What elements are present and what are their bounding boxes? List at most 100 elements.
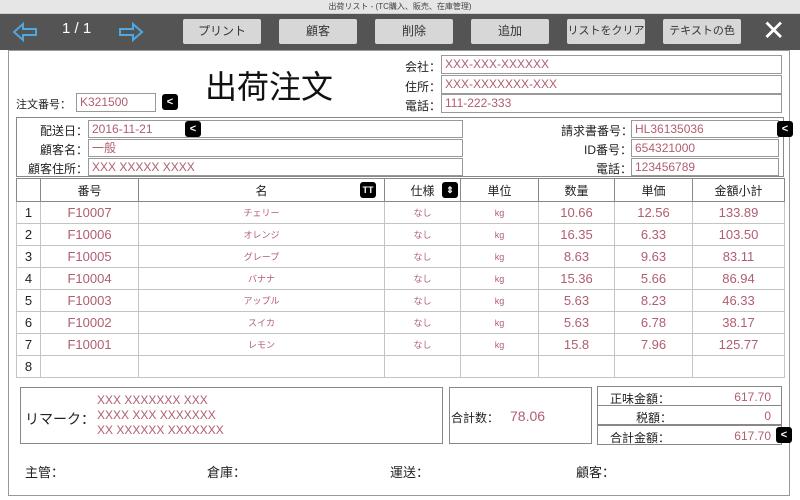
window-titlebar: 出荷リスト - (TC購入、販売、在庫管理) — [0, 0, 800, 14]
item-unit[interactable]: kg — [460, 333, 539, 356]
ship-date-field[interactable]: 2016-11-21 — [88, 120, 463, 138]
item-name[interactable]: バナナ — [138, 267, 385, 290]
header-unit-price[interactable]: 単価 — [614, 178, 693, 202]
table-row[interactable]: 5 F10003 アップル なし kg 5.63 8.23 46.33 — [16, 289, 785, 312]
item-unit[interactable] — [460, 355, 539, 378]
item-code[interactable]: F10007 — [40, 201, 139, 224]
customer-signature-label: 顧客： — [576, 465, 616, 480]
item-unit[interactable]: kg — [460, 311, 539, 334]
item-subtotal: 103.50 — [692, 223, 785, 246]
item-name[interactable]: アップル — [138, 289, 385, 312]
header-unit[interactable]: 単位 — [460, 178, 539, 202]
id-number-field[interactable]: 654321000 — [631, 139, 779, 157]
header-quantity[interactable]: 数量 — [538, 178, 615, 202]
order-number-picker-icon[interactable]: < — [162, 94, 178, 110]
print-button[interactable]: プリント — [183, 19, 261, 44]
item-unit[interactable]: kg — [460, 267, 539, 290]
item-spec[interactable]: なし — [384, 289, 461, 312]
previous-page-arrow-icon[interactable] — [12, 21, 38, 47]
item-spec[interactable]: なし — [384, 223, 461, 246]
item-code[interactable]: F10001 — [40, 333, 139, 356]
item-unit-price[interactable] — [614, 355, 693, 378]
table-row[interactable]: 3 F10005 グレープ なし kg 8.63 9.63 83.11 — [16, 245, 785, 268]
item-unit[interactable]: kg — [460, 289, 539, 312]
close-icon[interactable]: ✕ — [762, 17, 785, 45]
item-quantity[interactable]: 5.63 — [538, 289, 615, 312]
item-unit[interactable]: kg — [460, 245, 539, 268]
company-address-field[interactable]: XXX-XXXXXXX-XXX — [441, 75, 782, 94]
sort-updown-icon[interactable]: ⇕ — [442, 182, 458, 198]
font-size-icon[interactable]: TT — [360, 182, 376, 198]
item-quantity[interactable]: 5.63 — [538, 311, 615, 334]
item-name[interactable]: レモン — [138, 333, 385, 356]
table-row[interactable]: 4 F10004 バナナ なし kg 15.36 5.66 86.94 — [16, 267, 785, 290]
item-name[interactable]: グレープ — [138, 245, 385, 268]
item-name[interactable]: スイカ — [138, 311, 385, 334]
item-unit-price[interactable]: 8.23 — [614, 289, 693, 312]
grand-total-picker-icon[interactable]: < — [776, 427, 792, 443]
item-unit-price[interactable]: 6.78 — [614, 311, 693, 334]
item-code[interactable]: F10004 — [40, 267, 139, 290]
clear-list-button[interactable]: リストをクリア — [567, 19, 645, 44]
item-name[interactable] — [138, 355, 385, 378]
item-spec[interactable]: なし — [384, 333, 461, 356]
row-index: 4 — [16, 267, 41, 290]
text-color-button[interactable]: テキストの色 — [663, 19, 741, 44]
item-subtotal: 125.77 — [692, 333, 785, 356]
company-field[interactable]: XXX-XXX-XXXXXX — [441, 55, 782, 74]
invoice-number-field[interactable]: HL36135036 — [631, 120, 779, 138]
items-table: 番号 名 TT 仕様 ⇕ 単位 数量 単価 金額小計 1 F10007 チェリー なし kg… — [16, 178, 785, 378]
item-code[interactable]: F10005 — [40, 245, 139, 268]
item-quantity[interactable]: 15.8 — [538, 333, 615, 356]
item-spec[interactable]: なし — [384, 311, 461, 334]
company-phone-field[interactable]: 111-222-333 — [441, 94, 782, 113]
item-code[interactable]: F10003 — [40, 289, 139, 312]
item-quantity[interactable] — [538, 355, 615, 378]
item-quantity[interactable]: 15.36 — [538, 267, 615, 290]
item-code[interactable]: F10002 — [40, 311, 139, 334]
tax-value[interactable]: 0 — [764, 409, 771, 423]
customer-name-field[interactable]: 一般 — [88, 139, 463, 157]
item-code[interactable] — [40, 355, 139, 378]
table-row[interactable]: 8 — [16, 355, 785, 378]
item-spec[interactable]: なし — [384, 267, 461, 290]
header-name[interactable]: 名 TT — [138, 178, 385, 202]
order-number-field[interactable]: K321500 — [76, 93, 156, 112]
header-subtotal[interactable]: 金額小計 — [692, 178, 785, 202]
item-quantity[interactable]: 16.35 — [538, 223, 615, 246]
customer-address-field[interactable]: XXX XXXXX XXXX — [88, 158, 463, 176]
header-spec[interactable]: 仕様 ⇕ — [384, 178, 461, 202]
item-unit[interactable]: kg — [460, 223, 539, 246]
remarks-label: リマーク： — [25, 411, 95, 427]
customer-phone-field[interactable]: 123456789 — [631, 158, 779, 176]
item-spec[interactable]: なし — [384, 201, 461, 224]
item-spec[interactable]: なし — [384, 245, 461, 268]
table-row[interactable]: 7 F10001 レモン なし kg 15.8 7.96 125.77 — [16, 333, 785, 356]
item-spec[interactable] — [384, 355, 461, 378]
remarks-line-1[interactable]: XXX XXXXXXX XXX — [97, 393, 208, 407]
add-button[interactable]: 追加 — [471, 19, 549, 44]
remarks-line-2[interactable]: XXXX XXX XXXXXXX — [97, 408, 216, 422]
delete-button[interactable]: 削除 — [375, 19, 453, 44]
ship-date-label: 配送日： — [40, 124, 89, 138]
item-unit-price[interactable]: 12.56 — [614, 201, 693, 224]
invoice-picker-icon[interactable]: < — [777, 121, 793, 137]
customer-button[interactable]: 顧客 — [279, 19, 357, 44]
item-name[interactable]: オレンジ — [138, 223, 385, 246]
item-quantity[interactable]: 10.66 — [538, 201, 615, 224]
header-code[interactable]: 番号 — [40, 178, 139, 202]
item-unit-price[interactable]: 5.66 — [614, 267, 693, 290]
remarks-line-3[interactable]: XX XXXXXX XXXXXXX — [97, 423, 224, 437]
item-unit-price[interactable]: 6.33 — [614, 223, 693, 246]
table-row[interactable]: 2 F10006 オレンジ なし kg 16.35 6.33 103.50 — [16, 223, 785, 246]
next-page-arrow-icon[interactable] — [118, 21, 144, 47]
item-unit[interactable]: kg — [460, 201, 539, 224]
table-row[interactable]: 1 F10007 チェリー なし kg 10.66 12.56 133.89 — [16, 201, 785, 224]
table-row[interactable]: 6 F10002 スイカ なし kg 5.63 6.78 38.17 — [16, 311, 785, 334]
item-unit-price[interactable]: 7.96 — [614, 333, 693, 356]
item-quantity[interactable]: 8.63 — [538, 245, 615, 268]
ship-date-picker-icon[interactable]: < — [185, 121, 201, 137]
item-code[interactable]: F10006 — [40, 223, 139, 246]
item-name[interactable]: チェリー — [138, 201, 385, 224]
item-unit-price[interactable]: 9.63 — [614, 245, 693, 268]
